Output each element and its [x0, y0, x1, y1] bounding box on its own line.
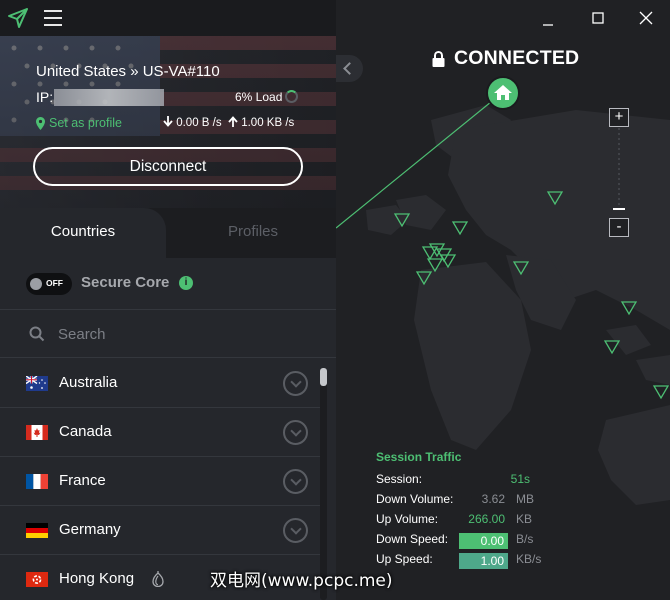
tab-profiles[interactable]: Profiles	[170, 208, 336, 258]
chevron-down-icon[interactable]	[283, 371, 308, 396]
world-map[interactable]: CONNECTED + - Session Traffic Session: 5…	[336, 0, 670, 600]
flag-australia-icon	[26, 376, 48, 391]
traffic-unit: KB	[516, 512, 533, 526]
chevron-down-icon[interactable]	[283, 469, 308, 494]
arrow-down-icon	[163, 116, 173, 127]
traffic-label: Session:	[376, 472, 423, 486]
flag-germany-icon	[26, 523, 48, 538]
traffic-value: 266.00	[468, 512, 505, 526]
tor-onion-icon	[152, 571, 164, 587]
country-name: Canada	[59, 423, 112, 440]
download-rate-value: 0.00 B /s	[176, 117, 222, 129]
traffic-unit: B/s	[516, 532, 534, 546]
tab-countries[interactable]: Countries	[0, 208, 166, 258]
traffic-row: Up Speed: 1.00 KB/s	[376, 552, 576, 570]
list-item-germany[interactable]: Germany	[0, 506, 320, 555]
close-icon[interactable]	[636, 8, 656, 28]
country-name: Germany	[59, 521, 121, 538]
traffic-label: Up Speed:	[376, 552, 433, 566]
traffic-label: Up Volume:	[376, 512, 439, 526]
zoom-in-button[interactable]: +	[609, 108, 629, 127]
search-input[interactable]	[58, 323, 308, 345]
scrollbar-thumb[interactable]	[320, 368, 327, 386]
traffic-unit: KB/s	[516, 552, 542, 566]
hamburger-menu-icon[interactable]	[44, 10, 62, 26]
lock-icon	[432, 51, 445, 67]
traffic-value: 0.00	[480, 534, 504, 548]
upload-rate-value: 1.00 KB /s	[241, 117, 295, 129]
home-location-pin[interactable]	[486, 76, 520, 110]
country-name: France	[59, 472, 106, 489]
info-icon[interactable]: i	[179, 276, 193, 290]
title-bar	[0, 0, 336, 36]
flag-france-icon	[26, 474, 48, 489]
server-name: United States » US-VA#110	[36, 63, 220, 80]
tab-bar: Countries Profiles	[0, 208, 336, 258]
down-speed-bar: 0.00	[459, 533, 508, 549]
secure-core-toggle[interactable]: OFF	[26, 273, 72, 295]
traffic-row: Down Speed: 0.00 B/s	[376, 532, 576, 550]
zoom-slider-handle[interactable]	[613, 208, 625, 210]
traffic-row: Down Volume: 3.62 MB	[376, 492, 576, 510]
minimize-icon[interactable]	[538, 8, 558, 28]
flag-canada-icon	[26, 425, 48, 440]
secure-core-label: Secure Core	[81, 274, 170, 291]
chevron-down-icon[interactable]	[283, 420, 308, 445]
traffic-value: 1.00	[480, 554, 504, 568]
search-icon	[29, 326, 45, 342]
traffic-row: Up Volume: 266.00 KB	[376, 512, 576, 530]
upload-rate: 1.00 KB /s	[228, 116, 294, 129]
country-list: Australia Canada France Germany Hong Kon…	[0, 359, 320, 600]
set-as-profile-label: Set as profile	[49, 116, 122, 130]
secure-core-row: OFF Secure Core i	[0, 258, 336, 310]
home-icon	[494, 85, 512, 100]
connection-status: CONNECTED	[454, 47, 580, 69]
disconnect-button[interactable]: Disconnect	[33, 147, 303, 186]
collapse-sidebar-button[interactable]	[336, 55, 363, 82]
up-speed-bar: 1.00	[459, 553, 508, 569]
zoom-out-button[interactable]: -	[609, 218, 629, 237]
list-item-france[interactable]: France	[0, 457, 320, 506]
sidebar-panel: United States » US-VA#110 IP: 6% Load Se…	[0, 0, 336, 600]
watermark: 双电网(www.pcpc.me)	[210, 571, 393, 591]
session-traffic-title: Session Traffic	[376, 450, 462, 464]
ip-label: IP:	[36, 89, 54, 105]
flag-hong-kong-icon	[26, 572, 48, 587]
set-as-profile-link[interactable]: Set as profile	[36, 116, 122, 130]
protonvpn-logo-icon[interactable]	[6, 6, 30, 30]
load-ring-icon	[285, 90, 298, 103]
connection-header: United States » US-VA#110 IP: 6% Load Se…	[0, 36, 336, 208]
maximize-icon[interactable]	[588, 8, 608, 28]
list-item-australia[interactable]: Australia	[0, 359, 320, 408]
country-name: Hong Kong	[59, 570, 135, 587]
arrow-up-icon	[228, 116, 238, 127]
download-rate: 0.00 B /s	[163, 116, 222, 129]
chevron-down-icon[interactable]	[283, 518, 308, 543]
search-bar	[0, 310, 336, 358]
list-item-canada[interactable]: Canada	[0, 408, 320, 457]
ip-address-redacted	[54, 89, 164, 106]
traffic-label: Down Speed:	[376, 532, 449, 546]
server-load: 6% Load	[235, 90, 283, 104]
traffic-row: Session: 51s	[376, 472, 576, 490]
toggle-state-label: OFF	[46, 278, 63, 288]
traffic-value: 3.62	[481, 492, 505, 506]
country-name: Australia	[59, 374, 118, 391]
traffic-value: 51s	[510, 472, 530, 486]
traffic-unit: MB	[516, 492, 534, 506]
traffic-label: Down Volume:	[376, 492, 454, 506]
